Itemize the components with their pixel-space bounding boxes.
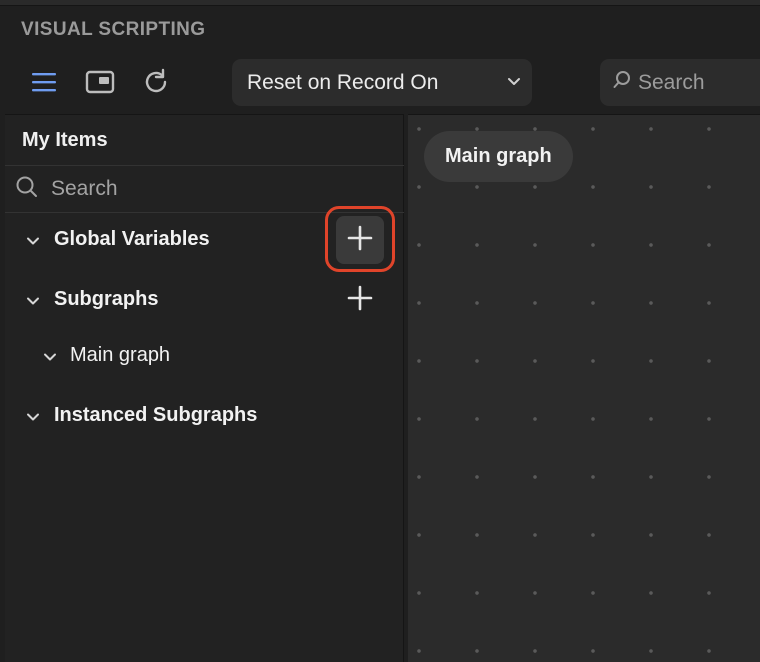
search-icon — [15, 175, 39, 204]
tree-item-label: Main graph — [70, 344, 171, 366]
panel-title: My Items — [22, 129, 108, 151]
tree-item-label: Instanced Subgraphs — [54, 404, 258, 426]
visual-scripting-window: VISUAL SCRIPTING Reset on Record On Sear… — [0, 0, 760, 662]
chevron-down-icon[interactable] — [42, 349, 58, 365]
toolbar-search-placeholder: Search — [638, 70, 705, 94]
top-edge — [0, 0, 760, 6]
panel-search-placeholder: Search — [51, 177, 118, 200]
search-icon — [612, 70, 632, 95]
tree-item-label: Subgraphs — [54, 288, 159, 310]
mode-dropdown[interactable]: Reset on Record On — [232, 59, 532, 106]
my-items-panel: My Items Search Global Variables Subgrap… — [5, 114, 404, 662]
chevron-down-icon[interactable] — [25, 233, 41, 249]
hamburger-menu-icon[interactable] — [30, 69, 58, 95]
tree-item-main-graph[interactable]: Main graph — [5, 335, 404, 379]
add-subgraph-button[interactable] — [336, 276, 384, 324]
picture-in-picture-icon[interactable] — [84, 68, 116, 96]
chevron-down-icon[interactable] — [25, 293, 41, 309]
graph-breadcrumb-chip[interactable]: Main graph — [424, 131, 573, 182]
mode-dropdown-label: Reset on Record On — [247, 70, 439, 94]
divider — [5, 212, 404, 213]
app-title: VISUAL SCRIPTING — [21, 19, 206, 40]
tree-item-instanced-subgraphs[interactable]: Instanced Subgraphs — [5, 395, 404, 439]
chevron-down-icon — [506, 73, 522, 94]
add-global-variable-button[interactable] — [336, 216, 384, 264]
plus-icon — [347, 285, 373, 316]
toolbar-search-input[interactable]: Search — [600, 59, 760, 106]
graph-canvas[interactable] — [408, 114, 760, 662]
chevron-down-icon[interactable] — [25, 409, 41, 425]
plus-icon — [347, 225, 373, 256]
refresh-icon[interactable] — [140, 66, 172, 98]
tree-item-label: Global Variables — [54, 228, 210, 250]
panel-search-input[interactable]: Search — [5, 166, 404, 212]
